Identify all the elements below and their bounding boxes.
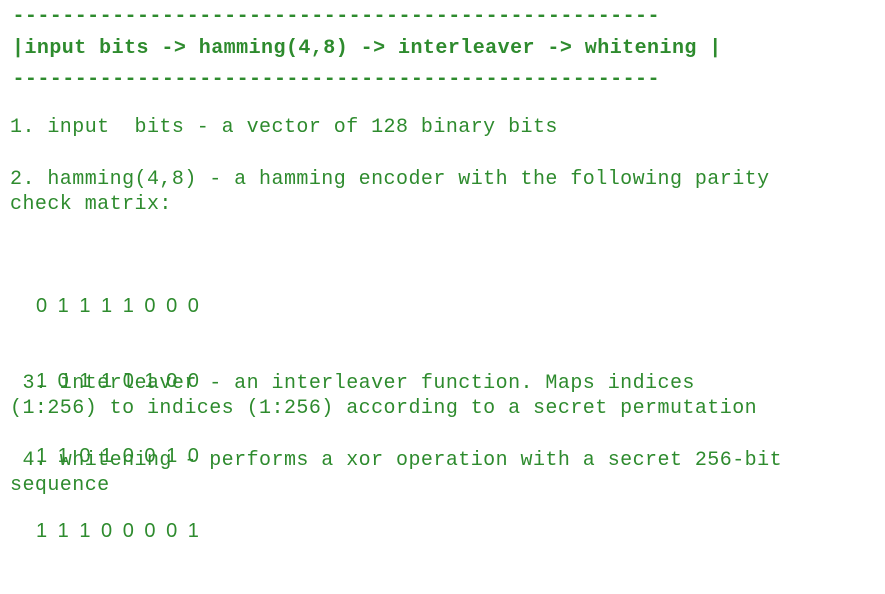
item-input-bits: 1. input bits - a vector of 128 binary b… <box>10 116 558 139</box>
header-rule-bottom: ----------------------------------------… <box>0 68 660 91</box>
item-whitening-line1: 4. whitening - performs a xor operation … <box>10 449 783 472</box>
item-hamming-line1: 2. hamming(4,8) - a hamming encoder with… <box>10 168 770 191</box>
pipeline-diagram: |input bits -> hamming(4,8) -> interleav… <box>12 37 722 60</box>
matrix-row: 0 1 1 1 1 0 0 0 <box>36 295 200 317</box>
document: ----------------------------------------… <box>0 0 885 542</box>
item-hamming-line2: check matrix: <box>10 193 172 216</box>
header-rule-top: ----------------------------------------… <box>0 5 660 28</box>
item-interleaver-line1: 3. interleaver - an interleaver function… <box>10 372 695 395</box>
matrix-row: 1 1 1 0 0 0 0 1 <box>36 520 200 542</box>
item-interleaver-line2: (1:256) to indices (1:256) according to … <box>10 397 758 420</box>
item-whitening-line2: sequence <box>10 474 110 497</box>
